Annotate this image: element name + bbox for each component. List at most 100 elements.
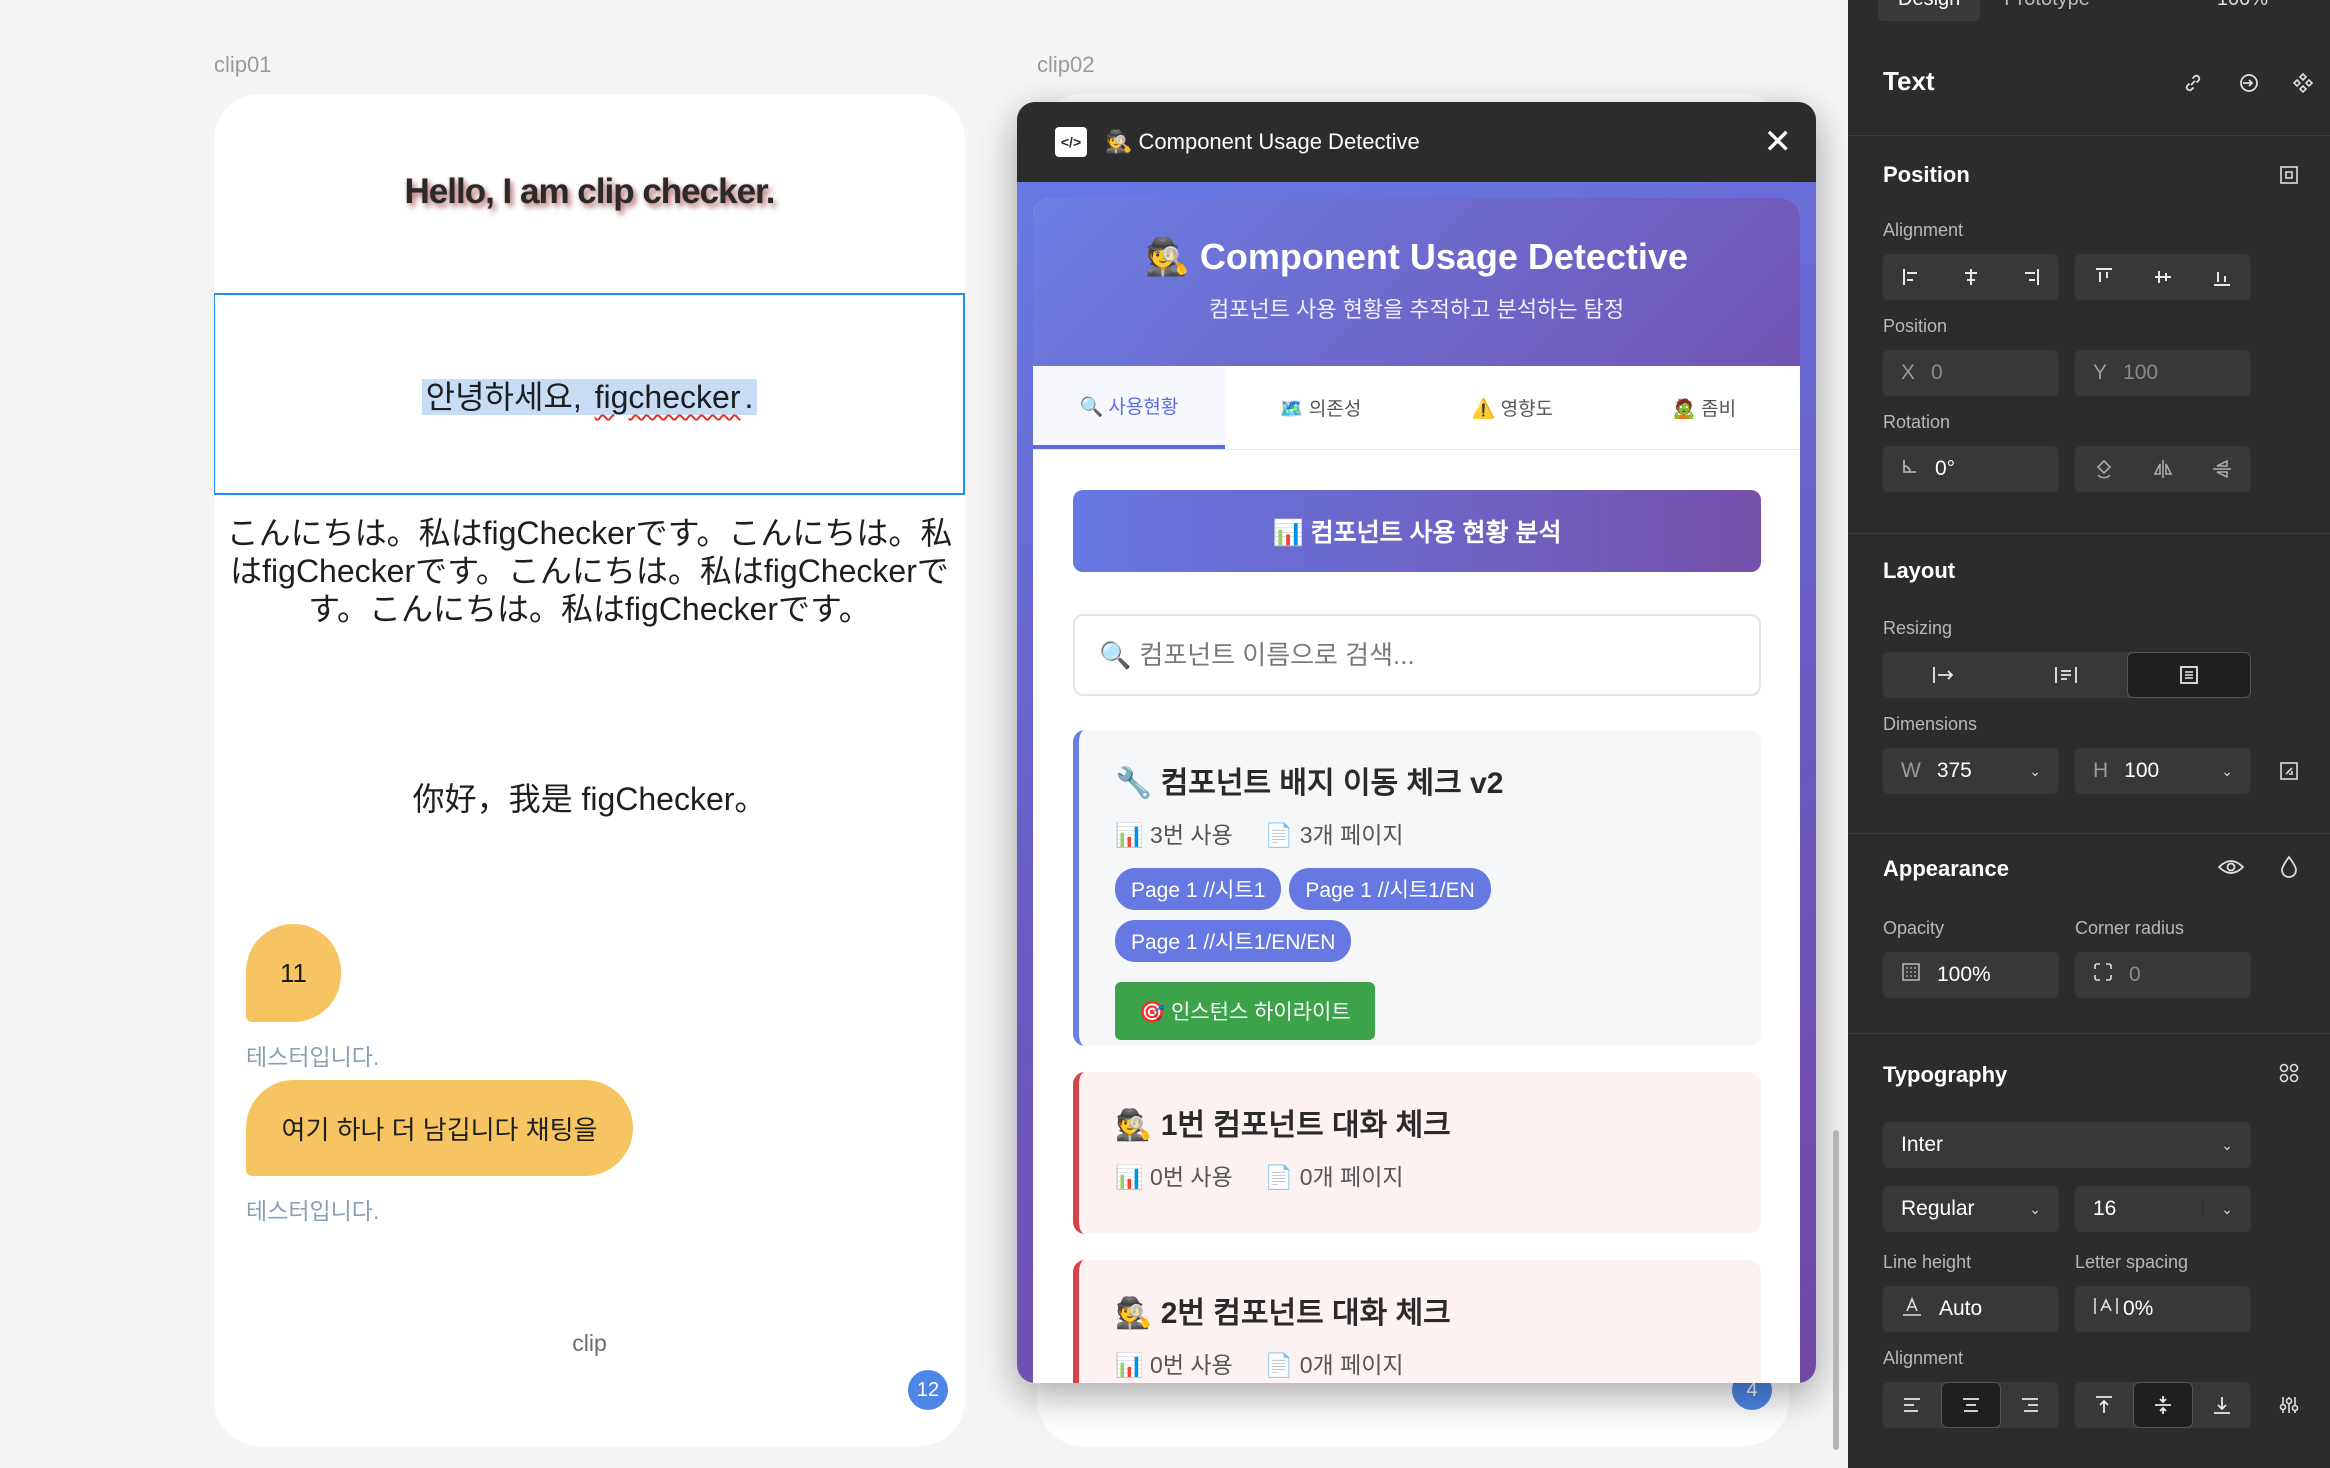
japanese-text[interactable]: こんにちは。私はfigCheckerです。こんにちは。私はfigCheckerで… [218, 514, 961, 628]
hello-text[interactable]: Hello, I am clip checker. [214, 172, 965, 212]
align-left-icon[interactable] [1883, 254, 1942, 300]
corner-radius-field[interactable]: 0 [2075, 952, 2251, 998]
auto-width-icon[interactable] [1883, 652, 2005, 698]
x-value: 0 [1931, 361, 1943, 384]
component-search[interactable]: 🔍 [1073, 614, 1761, 696]
tab-design[interactable]: Design [1878, 0, 1981, 21]
plugin-header-subtitle: 컴포넌트 사용 현황을 추적하고 분석하는 탐정 [1208, 297, 1625, 322]
page-pill[interactable]: Page 1 //시트1/EN/EN [1115, 920, 1352, 962]
width-field[interactable]: W 375 ⌄ [1883, 748, 2059, 794]
flip-horizontal-icon[interactable] [2134, 446, 2193, 492]
search-input[interactable] [1139, 639, 1740, 671]
clip-content-icon[interactable] [2272, 754, 2306, 788]
constraints-icon[interactable] [2272, 158, 2306, 192]
canvas-scrollbar[interactable] [1833, 1130, 1839, 1450]
highlight-instances-button[interactable]: 🎯 인스턴스 하이라이트 [1115, 982, 1375, 1040]
tab-dependency[interactable]: 🗺️ 의존성 [1225, 366, 1417, 449]
tester-caption-1[interactable]: 테스터입니다. [246, 1038, 379, 1072]
chevron-down-icon[interactable]: ⌄ [2221, 1137, 2233, 1154]
letter-spacing-value: 0% [2123, 1297, 2154, 1320]
link-icon[interactable] [2176, 66, 2210, 100]
chat-bubble-1[interactable]: 11 [246, 924, 341, 1022]
text-styles-icon[interactable] [2272, 1056, 2306, 1090]
text-align-top-icon[interactable] [2075, 1382, 2133, 1428]
typography-title: Typography [1883, 1062, 2008, 1087]
frame-label-clip02[interactable]: clip02 [1037, 52, 1094, 78]
rotation-field[interactable]: 0° [1883, 446, 2059, 492]
height-field[interactable]: H 100 ⌄ [2075, 748, 2251, 794]
text-align-center-icon[interactable] [1941, 1382, 2001, 1428]
selected-korean-text[interactable]: 안녕하세요, figchecker. [214, 372, 965, 418]
align-bottom-icon[interactable] [2192, 254, 2251, 300]
component-icon[interactable] [2286, 66, 2320, 100]
alignment-label: Alignment [1883, 220, 1964, 240]
opacity-icon [1901, 962, 1921, 988]
page-count: 📄 3개 페이지 [1264, 822, 1404, 848]
comment-badge-clip01[interactable]: 12 [908, 1370, 948, 1410]
chat-bubble-2[interactable]: 여기 하나 더 남깁니다 채팅을 [246, 1080, 633, 1176]
properties-panel: Design Prototype 100% Text Position Alig… [1848, 0, 2330, 1468]
frame-label-clip01[interactable]: clip01 [214, 52, 271, 78]
font-family-select[interactable]: Inter ⌄ [1883, 1122, 2251, 1168]
auto-height-icon[interactable] [2005, 652, 2127, 698]
rotate-icon[interactable] [2075, 446, 2134, 492]
style-icon[interactable] [2232, 66, 2266, 100]
text-align-left-icon[interactable] [1883, 1382, 1941, 1428]
layer-header: Text [1848, 36, 2330, 136]
opacity-field[interactable]: 100% [1883, 952, 2059, 998]
text-settings-icon[interactable] [2272, 1388, 2306, 1422]
tab-usage[interactable]: 🔍 사용현황 [1033, 366, 1225, 449]
align-center-h-icon[interactable] [1942, 254, 2001, 300]
text-align-middle-icon[interactable] [2133, 1382, 2193, 1428]
align-top-icon[interactable] [2075, 254, 2134, 300]
zoom-level[interactable]: 100% [2217, 0, 2268, 11]
font-size-field[interactable]: 16 ⌄ [2075, 1186, 2251, 1232]
position-section: Position Alignment Position X 0 Y 100 Ro… [1848, 136, 2330, 534]
tester-caption-2[interactable]: 테스터입니다. [246, 1192, 379, 1226]
text-align-bottom-icon[interactable] [2193, 1382, 2251, 1428]
page-pills: Page 1 //시트1 Page 1 //시트1/EN Page 1 //시트… [1115, 868, 1535, 962]
clip-text[interactable]: clip [214, 1330, 965, 1357]
y-position-field[interactable]: Y 100 [2075, 350, 2251, 396]
tab-prototype[interactable]: Prototype [2004, 0, 2090, 21]
font-family-value: Inter [1901, 1133, 1944, 1156]
plugin-tabs: 🔍 사용현황 🗺️ 의존성 ⚠️ 영향도 🧟 좀비 [1033, 366, 1800, 450]
component-card: 🔧 컴포넌트 배지 이동 체크 v2 📊 3번 사용 📄 3개 페이지 Page… [1073, 730, 1761, 1046]
letter-spacing-label: Letter spacing [2075, 1252, 2189, 1272]
line-height-label: Line height [1883, 1252, 1972, 1272]
align-right-icon[interactable] [2000, 254, 2059, 300]
component-meta: 📊 0번 사용 📄 0개 페이지 [1115, 1346, 1761, 1380]
drop-icon[interactable] [2272, 850, 2306, 884]
chevron-down-icon[interactable]: ⌄ [2029, 763, 2041, 780]
frame-clip01[interactable]: Hello, I am clip checker. 안녕하세요, figchec… [214, 94, 965, 1446]
x-position-field[interactable]: X 0 [1883, 350, 2059, 396]
tab-zombie[interactable]: 🧟 좀비 [1608, 366, 1800, 449]
page-pill[interactable]: Page 1 //시트1/EN [1289, 868, 1491, 910]
panel-top-tabs: Design Prototype [1878, 0, 2090, 21]
flip-vertical-icon[interactable] [2192, 446, 2251, 492]
align-center-v-icon[interactable] [2134, 254, 2193, 300]
text-align-right-icon[interactable] [2001, 1382, 2059, 1428]
eye-icon[interactable] [2214, 850, 2248, 884]
chevron-down-icon[interactable]: ⌄ [2029, 1201, 2041, 1218]
letter-spacing-field[interactable]: 0% [2075, 1286, 2251, 1332]
chevron-down-icon[interactable]: ⌄ [2221, 763, 2233, 780]
layer-type-title: Text [1883, 66, 1935, 96]
analyze-usage-button[interactable]: 📊 컴포넌트 사용 현황 분석 [1073, 490, 1761, 572]
y-prefix: Y [2093, 361, 2108, 384]
page-pill[interactable]: Page 1 //시트1 [1115, 868, 1282, 910]
line-height-field[interactable]: Auto [1883, 1286, 2059, 1332]
font-weight-select[interactable]: Regular ⌄ [1883, 1186, 2059, 1232]
component-title: 🕵️ 2번 컴포넌트 대화 체크 [1115, 1297, 1451, 1330]
chevron-down-icon[interactable]: ⌄ [2202, 1200, 2233, 1218]
close-icon[interactable]: ✕ [1764, 125, 1793, 159]
chinese-text[interactable]: 你好，我是 figChecker。 [214, 774, 965, 820]
plugin-titlebar: </> 🕵️ Component Usage Detective ✕ [1017, 102, 1816, 182]
resizing-label: Resizing [1883, 618, 1953, 638]
tab-impact[interactable]: ⚠️ 영향도 [1417, 366, 1609, 449]
height-value: 100 [2124, 759, 2160, 782]
usage-count: 📊 0번 사용 [1115, 1352, 1233, 1378]
font-weight-value: Regular [1901, 1197, 1975, 1220]
fixed-size-icon[interactable] [2127, 652, 2251, 698]
korean-text-period: . [742, 379, 756, 415]
